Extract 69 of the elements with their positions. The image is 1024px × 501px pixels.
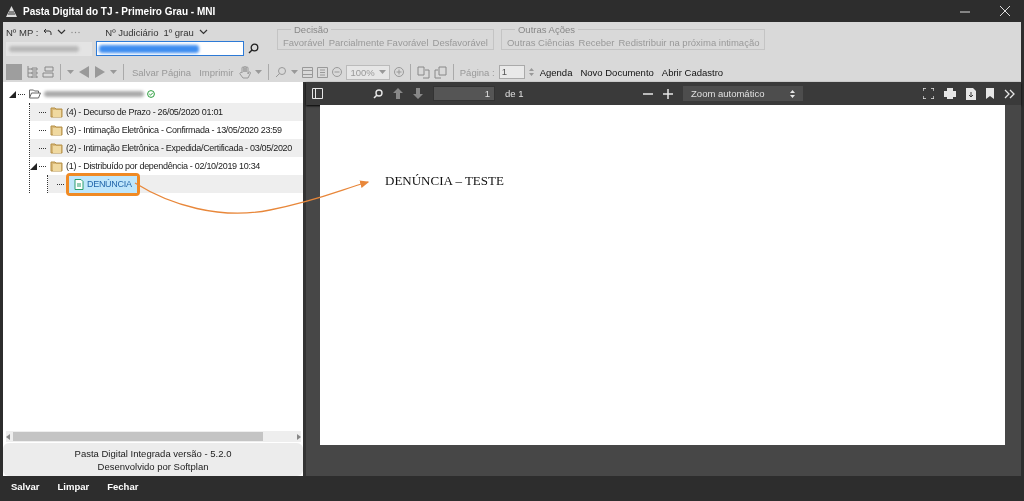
- toolbar-link[interactable]: Agenda: [537, 65, 575, 79]
- more-tools-icon[interactable]: [1004, 88, 1015, 99]
- expander-icon[interactable]: [30, 162, 37, 170]
- caret-icon[interactable]: [291, 70, 299, 74]
- caret-icon[interactable]: [378, 70, 386, 74]
- toolbar-link[interactable]: Abrir Cadastro: [659, 65, 726, 79]
- folder-icon: [50, 142, 63, 154]
- field-label: Página :: [459, 66, 495, 78]
- fullscreen-icon[interactable]: [923, 88, 934, 99]
- undo-icon[interactable]: [43, 28, 53, 36]
- fit-page-icon[interactable]: [302, 66, 314, 78]
- footer-button[interactable]: Salvar: [9, 481, 42, 492]
- scroll-left-icon[interactable]: [6, 433, 10, 440]
- tree-item[interactable]: [27, 88, 157, 100]
- tree-item[interactable]: DENÚNCIA: [69, 175, 137, 193]
- close-icon[interactable]: [1000, 6, 1010, 16]
- next-icon[interactable]: [94, 66, 106, 78]
- bookmark-icon[interactable]: [986, 88, 994, 99]
- group-title: Decisão: [293, 24, 330, 35]
- spinner-icon[interactable]: [528, 67, 534, 77]
- download-icon[interactable]: [966, 87, 976, 100]
- toolbar-link[interactable]: Novo Documento: [578, 65, 656, 79]
- check-icon: [147, 90, 155, 98]
- previous-page-icon[interactable]: [393, 88, 403, 99]
- hand-icon[interactable]: [239, 65, 252, 79]
- search-icon[interactable]: [373, 88, 383, 99]
- rotate-page-icon[interactable]: [416, 65, 430, 79]
- document-icon: [74, 178, 84, 190]
- fit-width-icon[interactable]: [317, 66, 329, 78]
- field-label: Nº MP :: [6, 26, 39, 38]
- folder-icon: [50, 124, 63, 136]
- folder-icon: [50, 106, 63, 118]
- app-logo-icon: [6, 5, 17, 17]
- footer-button[interactable]: Limpar: [55, 481, 92, 492]
- tree-item[interactable]: (3) - Intimação Eletrônica - Confirmada - 13/05/2020 23:59: [48, 123, 284, 137]
- document-text: DENÚNCIA – TESTE: [385, 173, 504, 188]
- print-icon[interactable]: [944, 88, 956, 99]
- open-folder-icon: [29, 89, 41, 99]
- caret-icon[interactable]: [110, 70, 117, 74]
- process-number-field[interactable]: [96, 41, 244, 56]
- caret-icon[interactable]: [67, 70, 74, 74]
- horizontal-scrollbar[interactable]: [6, 431, 301, 442]
- version-text: Desenvolvido por Softplan: [97, 460, 209, 472]
- folder-icon: [50, 160, 63, 172]
- expander-icon[interactable]: [9, 90, 16, 98]
- search-icon[interactable]: [248, 43, 259, 54]
- window-title: Pasta Digital do TJ - Primeiro Grau - MNI: [23, 5, 217, 17]
- next-page-icon[interactable]: [413, 88, 423, 99]
- list-view-icon[interactable]: [42, 66, 54, 78]
- caret-icon[interactable]: [255, 70, 263, 74]
- tree-view-icon[interactable]: [26, 66, 38, 78]
- more-icon[interactable]: [71, 30, 81, 34]
- page-number-field[interactable]: 1: [498, 65, 525, 79]
- previous-icon[interactable]: [78, 66, 90, 78]
- degree-label: 1º grau: [163, 26, 194, 38]
- footer-button[interactable]: Fechar: [105, 481, 141, 492]
- rotate-page-icon[interactable]: [433, 65, 447, 79]
- tree-item[interactable]: (1) - Distribuído por dependência - 02/10/2019 10:34: [48, 159, 263, 173]
- version-text: Pasta Digital Integrada versão - 5.2.0: [74, 447, 232, 459]
- zoom-select[interactable]: Zoom automático: [683, 86, 804, 101]
- field-label: Nº Judiciário: [105, 26, 159, 38]
- chevron-down-icon[interactable]: [198, 29, 208, 35]
- group-title: Outras Ações: [516, 24, 576, 35]
- sidebar-toggle-icon[interactable]: [312, 88, 323, 99]
- chevron-down-icon[interactable]: [57, 29, 67, 35]
- scroll-right-icon[interactable]: [297, 433, 301, 440]
- page-number-field[interactable]: 1: [433, 86, 495, 101]
- page-count: de 1: [505, 88, 524, 99]
- spinner-icon: [790, 89, 796, 98]
